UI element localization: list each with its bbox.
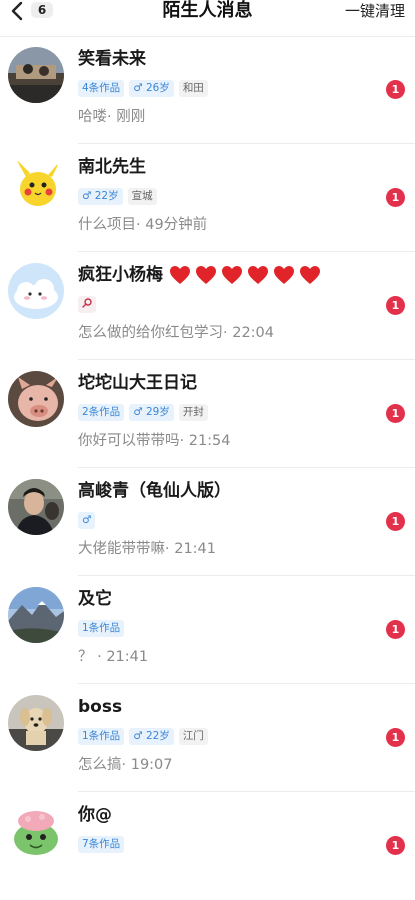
avatar[interactable] bbox=[8, 479, 64, 535]
heart-icon bbox=[248, 266, 268, 284]
clear-all-button[interactable]: 一键清理 bbox=[345, 0, 405, 22]
profile-tags: 7条作品 bbox=[78, 835, 129, 853]
works-count-tag: 1条作品 bbox=[78, 619, 125, 637]
unread-count-badge: 6 bbox=[31, 2, 53, 18]
heart-icon bbox=[170, 266, 190, 284]
profile-tags: 1条作品 bbox=[78, 619, 129, 637]
works-count-tag: 2条作品 bbox=[78, 403, 125, 421]
avatar[interactable] bbox=[8, 155, 64, 211]
avatar[interactable] bbox=[8, 695, 64, 751]
city-tag: 宣城 bbox=[127, 187, 157, 205]
conversation-item[interactable]: boss 1条作品 ♂ 22岁 江门 怎么搞· 19:07 1 bbox=[0, 684, 415, 792]
message-preview: 什么项目· 49分钟前 bbox=[78, 217, 208, 233]
sender-name: 疯狂小杨梅 bbox=[78, 265, 163, 285]
message-preview: ？ · 21:41 bbox=[78, 649, 149, 665]
gender-age-tag: ♂ 26岁 bbox=[129, 79, 174, 97]
search-tag bbox=[78, 295, 96, 313]
profile-tags: ♂ 22岁 宣城 bbox=[78, 187, 162, 205]
message-preview: 大佬能带带嘛· 21:41 bbox=[78, 541, 217, 557]
message-list: 笑看未来 4条作品 ♂ 26岁 和田 哈喽· 刚刚 1 南北先生 ♂ 22岁 宣… bbox=[0, 36, 415, 900]
unread-badge: 1 bbox=[386, 512, 405, 531]
conversation-item[interactable]: 高峻青（龟仙人版） ♂ 大佬能带带嘛· 21:41 1 bbox=[0, 468, 415, 576]
city-tag: 开封 bbox=[178, 403, 208, 421]
unread-badge: 1 bbox=[386, 188, 405, 207]
sender-name: 坨坨山大王日记 bbox=[78, 373, 197, 393]
conversation-item[interactable]: 坨坨山大王日记 2条作品 ♂ 29岁 开封 你好可以带带吗· 21:54 1 bbox=[0, 360, 415, 468]
works-count-tag: 4条作品 bbox=[78, 79, 125, 97]
top-nav-bar: 6 陌生人消息 一键清理 bbox=[0, 0, 415, 37]
sender-name: 你@ bbox=[78, 805, 112, 825]
conversation-item[interactable]: 你@ 7条作品 1 bbox=[0, 792, 415, 900]
avatar[interactable] bbox=[8, 47, 64, 103]
unread-badge: 1 bbox=[386, 80, 405, 99]
gender-tag: ♂ bbox=[78, 511, 96, 529]
message-preview: 你好可以带带吗· 21:54 bbox=[78, 433, 231, 449]
profile-tags bbox=[78, 295, 101, 313]
city-tag: 江门 bbox=[178, 727, 208, 745]
sender-name: 及它 bbox=[78, 589, 112, 609]
unread-badge: 1 bbox=[386, 404, 405, 423]
sender-name: boss bbox=[78, 697, 123, 717]
conversation-item[interactable]: 疯狂小杨梅 怎么做的给你红包学习· 22:04 1 bbox=[0, 252, 415, 360]
unread-badge: 1 bbox=[386, 296, 405, 315]
works-count-tag: 1条作品 bbox=[78, 727, 125, 745]
avatar[interactable] bbox=[8, 587, 64, 643]
unread-badge: 1 bbox=[386, 728, 405, 747]
heart-icon bbox=[222, 266, 242, 284]
avatar[interactable] bbox=[8, 803, 64, 859]
back-button[interactable] bbox=[6, 0, 30, 22]
message-preview: 怎么做的给你红包学习· 22:04 bbox=[78, 325, 275, 341]
city-tag: 和田 bbox=[178, 79, 208, 97]
avatar[interactable] bbox=[8, 263, 64, 319]
sender-name: 笑看未来 bbox=[78, 49, 146, 69]
heart-decorations bbox=[165, 265, 321, 285]
conversation-item[interactable]: 笑看未来 4条作品 ♂ 26岁 和田 哈喽· 刚刚 1 bbox=[0, 36, 415, 144]
conversation-item[interactable]: 南北先生 ♂ 22岁 宣城 什么项目· 49分钟前 1 bbox=[0, 144, 415, 252]
unread-badge: 1 bbox=[386, 836, 405, 855]
heart-icon bbox=[196, 266, 216, 284]
works-count-tag: 7条作品 bbox=[78, 835, 125, 853]
message-preview: 怎么搞· 19:07 bbox=[78, 757, 173, 773]
chevron-left-icon bbox=[11, 1, 23, 21]
gender-age-tag: ♂ 29岁 bbox=[129, 403, 174, 421]
sender-name: 南北先生 bbox=[78, 157, 146, 177]
heart-icon bbox=[300, 266, 320, 284]
search-icon bbox=[82, 297, 92, 308]
profile-tags: 4条作品 ♂ 26岁 和田 bbox=[78, 79, 213, 97]
unread-badge: 1 bbox=[386, 620, 405, 639]
conversation-item[interactable]: 及它 1条作品 ？ · 21:41 1 bbox=[0, 576, 415, 684]
gender-age-tag: ♂ 22岁 bbox=[129, 727, 174, 745]
gender-age-tag: ♂ 22岁 bbox=[78, 187, 123, 205]
profile-tags: ♂ bbox=[78, 511, 100, 529]
profile-tags: 1条作品 ♂ 22岁 江门 bbox=[78, 727, 213, 745]
sender-name: 高峻青（龟仙人版） bbox=[78, 481, 231, 501]
avatar[interactable] bbox=[8, 371, 64, 427]
heart-icon bbox=[274, 266, 294, 284]
message-preview: 哈喽· 刚刚 bbox=[78, 109, 146, 125]
profile-tags: 2条作品 ♂ 29岁 开封 bbox=[78, 403, 213, 421]
